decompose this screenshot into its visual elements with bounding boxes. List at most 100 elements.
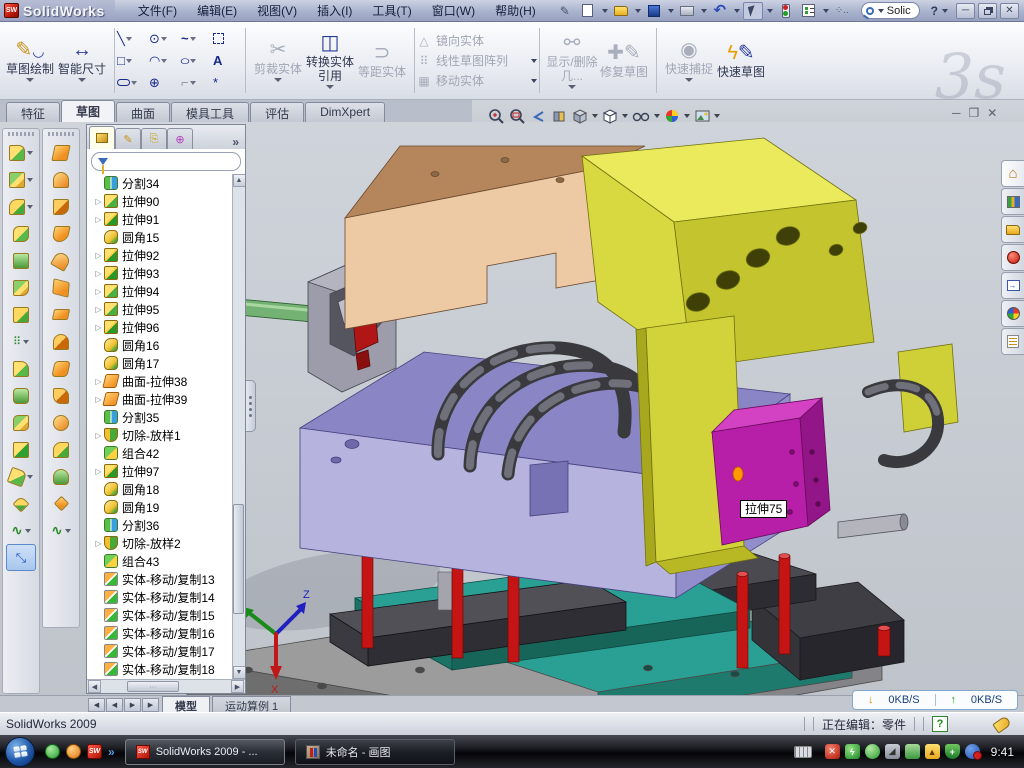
open-file-button[interactable] [611,2,631,20]
tree-item[interactable]: ▷拉伸92 [93,246,232,264]
construction-tool[interactable] [213,28,243,50]
surface-radiate-button[interactable] [46,355,76,382]
surface-offset-button[interactable] [46,328,76,355]
menu-tools[interactable]: 工具(T) [363,0,420,21]
tree-item[interactable]: ▷曲面-拉伸39 [93,390,232,408]
annotation-icon[interactable]: ⁘.. [832,2,852,20]
ellipse-tool[interactable]: ○ [181,50,211,72]
rebuild-icon[interactable] [776,2,796,20]
reference-geometry-button[interactable] [6,490,36,517]
last-tab-button[interactable]: ▶ [142,698,159,712]
point-tool[interactable]: * [213,72,243,94]
previous-view-icon[interactable] [530,108,547,125]
tab-surfaces[interactable]: 曲面 [116,102,170,122]
rectangle-tool[interactable]: □ [117,50,147,72]
tree-item[interactable]: ▷拉伸94 [93,282,232,300]
doc-close-button[interactable]: ✕ [987,106,997,120]
quick-launch-chevron[interactable]: » [108,745,115,759]
tab-features[interactable]: 特征 [6,102,60,122]
tray-update-icon[interactable] [865,744,880,759]
draft-button[interactable] [6,301,36,328]
surface-delete-button[interactable] [46,463,76,490]
select-tool-button[interactable] [743,2,763,20]
tag-icon[interactable] [992,715,1011,733]
quick-tips-icon[interactable]: ? [932,716,948,732]
solidworks-launcher-icon[interactable]: SW [87,744,102,759]
network-warning-icon[interactable]: ▲ [925,744,940,759]
featuremanager-tab[interactable] [89,126,115,149]
move-copy-body-button[interactable] [6,436,36,463]
design-library-tab[interactable] [1001,188,1024,215]
tree-item[interactable]: 实体-移动/复制15 [93,606,232,624]
tree-item[interactable]: ▷拉伸96 [93,318,232,336]
new-file-button[interactable] [578,2,598,20]
tab-evaluate[interactable]: 评估 [250,102,304,122]
undo-button[interactable]: ↶ [710,2,730,20]
surface-knit-button[interactable] [46,382,76,409]
panel-splitter-handle[interactable] [246,380,256,432]
prev-tab-button[interactable]: ◀ [106,698,123,712]
model-tab[interactable]: 模型 [162,696,210,712]
model-magenta-block[interactable] [712,398,830,545]
view-orientation-icon[interactable] [602,108,628,125]
smart-dimension-button[interactable]: ↔ 智能尺寸 [56,26,108,96]
taskbar-window-solidworks[interactable]: SW SolidWorks 2009 - ... [125,739,285,765]
scroll-down-arrow[interactable]: ▼ [233,666,246,679]
extrude-cut-button[interactable] [6,166,36,193]
fillet-button[interactable] [6,193,36,220]
revolved-boss-button[interactable] [6,247,36,274]
chamfer-button[interactable] [6,274,36,301]
tree-item[interactable]: 分割35 [93,408,232,426]
tree-item[interactable]: 圆角19 [93,498,232,516]
fillet-tool[interactable]: ⌐ [181,72,211,94]
surface-revolve-button[interactable] [46,166,76,193]
quick-launch-icon[interactable] [66,744,81,759]
tree-scroll-thumb[interactable] [233,504,244,614]
shell-button[interactable] [6,382,36,409]
propertymanager-tab[interactable]: ✎ [115,128,141,149]
menu-file[interactable]: 文件(F) [129,0,186,21]
file-explorer-tab[interactable] [1001,216,1024,243]
line-tool[interactable]: ╲ [117,28,147,50]
pin-icon[interactable]: ✎ [555,2,575,20]
surface-trim-button[interactable] [46,409,76,436]
configurationmanager-tab[interactable]: ⎘ [141,128,167,149]
restore-button[interactable] [978,3,997,19]
start-button[interactable] [5,737,35,767]
scene-icon[interactable] [694,108,720,125]
graphics-area[interactable]: Y Z X 拉伸75 ⠿ ∿ ⤡ [0,122,1024,695]
surface-fill-button[interactable] [46,274,76,301]
convert-entities-button[interactable]: ◫ 转换实体引用 [304,26,356,96]
surface-untrim-button[interactable] [46,436,76,463]
tray-download-icon[interactable] [965,744,980,759]
close-button[interactable]: ✕ [1000,3,1019,19]
tree-item[interactable]: ▷拉伸97 [93,462,232,480]
help-button[interactable]: ? [931,4,938,18]
model-guide-pin[interactable] [838,514,908,538]
scroll-left-arrow[interactable]: ◀ [88,680,101,693]
tree-item[interactable]: ▷曲面-拉伸38 [93,372,232,390]
tree-item[interactable]: 分割34 [93,174,232,192]
tree-item[interactable]: 圆角17 [93,354,232,372]
tree-item[interactable]: 实体-移动/复制14 [93,588,232,606]
arc-tool[interactable]: ◠ [149,50,179,72]
instant3d-button[interactable]: ⤡ [6,544,36,571]
extrude-boss-button[interactable] [6,139,36,166]
pattern-button[interactable]: ⠿ [6,328,36,355]
surface-curve-button[interactable]: ∿ [46,517,76,544]
scroll-up-arrow[interactable]: ▲ [233,174,246,187]
panel-overflow-chevron[interactable]: » [226,135,245,149]
minimize-button[interactable]: ─ [956,3,975,19]
swept-boss-button[interactable] [6,220,36,247]
tree-item[interactable]: 实体-移动/复制17 [93,642,232,660]
options-button[interactable] [799,2,819,20]
dimxpertmanager-tab[interactable]: ⊕ [167,128,193,149]
tree-filter-input[interactable] [91,152,241,171]
search-input[interactable]: Solic [887,5,911,17]
menu-help[interactable]: 帮助(H) [486,0,545,21]
tab-sketch[interactable]: 草图 [61,100,115,122]
tree-item[interactable]: 实体-移动/复制13 [93,570,232,588]
tree-item[interactable]: 圆角16 [93,336,232,354]
tree-item[interactable]: ▷拉伸95 [93,300,232,318]
tray-security-icon[interactable]: ✕ [825,744,840,759]
